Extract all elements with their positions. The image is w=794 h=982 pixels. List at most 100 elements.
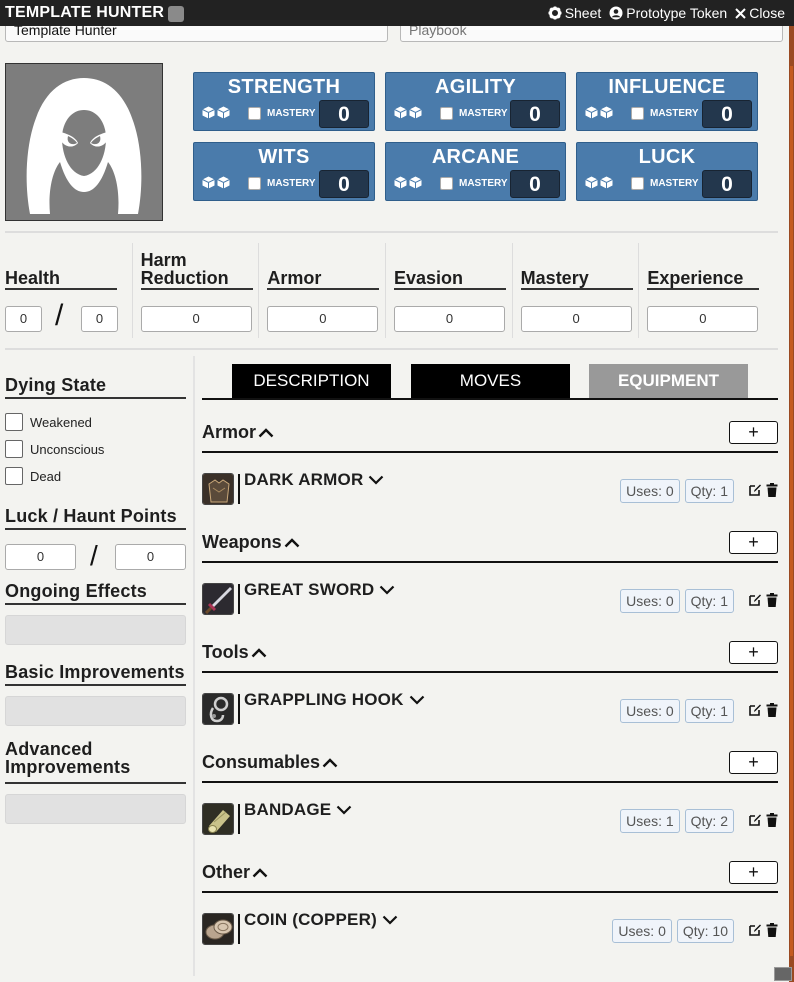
add-item-button[interactable]: + bbox=[729, 531, 778, 554]
dice-icon[interactable] bbox=[585, 176, 613, 189]
add-item-button[interactable]: + bbox=[729, 861, 778, 884]
prototype-token-label: Prototype Token bbox=[626, 5, 728, 21]
separator bbox=[238, 584, 240, 614]
trash-icon[interactable] bbox=[766, 703, 778, 722]
trash-icon[interactable] bbox=[766, 483, 778, 502]
armor-input[interactable]: 0 bbox=[267, 306, 379, 332]
mastery-checkbox[interactable]: MASTERY bbox=[248, 177, 316, 190]
resize-handle-icon[interactable] bbox=[774, 967, 792, 981]
luck-value-input[interactable]: 0 bbox=[5, 544, 76, 570]
item-name[interactable]: DARK ARMOR bbox=[244, 470, 384, 490]
evasion-input[interactable]: 0 bbox=[394, 306, 505, 332]
stat-label[interactable]: STRENGTH bbox=[194, 76, 374, 99]
dice-icon[interactable] bbox=[394, 176, 422, 189]
mastery-checkbox[interactable]: MASTERY bbox=[440, 107, 508, 120]
dice-icon[interactable] bbox=[585, 106, 613, 119]
chevron-down-icon bbox=[382, 910, 398, 930]
scrollbar-thumb[interactable] bbox=[790, 66, 793, 956]
prototype-token-button[interactable]: Prototype Token bbox=[609, 5, 727, 21]
category-header[interactable]: Weapons bbox=[202, 532, 300, 553]
trash-icon[interactable] bbox=[766, 923, 778, 942]
hook-icon[interactable] bbox=[202, 693, 234, 725]
health-max-input[interactable]: 0 bbox=[81, 306, 118, 332]
category-consumables: Consumables + BANDAGE Uses: 1 Qty: 2 bbox=[202, 748, 778, 858]
category-header[interactable]: Tools bbox=[202, 642, 267, 663]
harm-reduction-label: Harm Reduction bbox=[140, 251, 253, 290]
character-portrait[interactable] bbox=[5, 63, 163, 221]
tab-description[interactable]: DESCRIPTION bbox=[232, 364, 391, 398]
edit-icon[interactable] bbox=[748, 923, 762, 942]
bandage-icon[interactable] bbox=[202, 803, 234, 835]
mastery-checkbox[interactable]: MASTERY bbox=[248, 107, 316, 120]
uses-badge[interactable]: Uses: 1 bbox=[620, 809, 680, 833]
ongoing-effects-field[interactable] bbox=[5, 615, 186, 645]
coin-icon[interactable] bbox=[202, 913, 234, 945]
item-name[interactable]: COIN (COPPER) bbox=[244, 910, 398, 930]
sheet-config-button[interactable]: Sheet bbox=[548, 5, 601, 21]
mastery-input[interactable]: 0 bbox=[520, 306, 632, 332]
quantity-badge[interactable]: Qty: 1 bbox=[684, 699, 734, 723]
edit-icon[interactable] bbox=[748, 703, 762, 722]
tab-moves[interactable]: MOVES bbox=[411, 364, 570, 398]
mastery-checkbox[interactable]: MASTERY bbox=[631, 177, 699, 190]
item-name[interactable]: GRAPPLING HOOK bbox=[244, 690, 425, 710]
add-item-button[interactable]: + bbox=[729, 641, 778, 664]
armor-icon[interactable] bbox=[202, 473, 234, 505]
category-header[interactable]: Other bbox=[202, 862, 268, 883]
quantity-badge[interactable]: Qty: 1 bbox=[684, 479, 734, 503]
playbook-input[interactable] bbox=[400, 26, 783, 42]
advanced-improvements-field[interactable] bbox=[5, 794, 186, 824]
edit-icon[interactable] bbox=[748, 813, 762, 832]
stat-label[interactable]: WITS bbox=[194, 146, 374, 169]
trash-icon[interactable] bbox=[766, 813, 778, 832]
health-value-input[interactable]: 0 bbox=[5, 306, 42, 332]
stat-label[interactable]: AGILITY bbox=[386, 76, 565, 99]
armor-attribute: Armor 0 bbox=[258, 243, 385, 338]
stat-value[interactable]: 0 bbox=[510, 170, 560, 198]
stat-label[interactable]: INFLUENCE bbox=[577, 76, 757, 99]
stat-label[interactable]: ARCANE bbox=[386, 146, 565, 169]
stat-value[interactable]: 0 bbox=[319, 170, 369, 198]
dice-icon[interactable] bbox=[394, 106, 422, 119]
uses-badge[interactable]: Uses: 0 bbox=[620, 699, 680, 723]
edit-icon[interactable] bbox=[748, 593, 762, 612]
weakened-checkbox[interactable]: Weakened bbox=[5, 413, 186, 431]
item-name[interactable]: BANDAGE bbox=[244, 800, 352, 820]
edit-icon[interactable] bbox=[748, 483, 762, 502]
mastery-checkbox[interactable]: MASTERY bbox=[631, 107, 699, 120]
category-header[interactable]: Armor bbox=[202, 422, 274, 443]
health-label: Health bbox=[5, 269, 117, 290]
separator bbox=[238, 694, 240, 724]
scrollbar[interactable] bbox=[789, 26, 794, 982]
add-item-button[interactable]: + bbox=[729, 751, 778, 774]
add-item-button[interactable]: + bbox=[729, 421, 778, 444]
character-name-input[interactable] bbox=[5, 26, 388, 42]
category-header[interactable]: Consumables bbox=[202, 752, 338, 773]
unconscious-checkbox[interactable]: Unconscious bbox=[5, 440, 186, 458]
sword-icon[interactable] bbox=[202, 583, 234, 615]
uses-badge[interactable]: Uses: 0 bbox=[612, 919, 672, 943]
luck-max-input[interactable]: 0 bbox=[115, 544, 186, 570]
experience-input[interactable]: 0 bbox=[647, 306, 759, 332]
quantity-badge[interactable]: Qty: 2 bbox=[684, 809, 734, 833]
dead-checkbox[interactable]: Dead bbox=[5, 467, 186, 485]
dice-icon[interactable] bbox=[202, 176, 230, 189]
stat-value[interactable]: 0 bbox=[510, 100, 560, 128]
uses-badge[interactable]: Uses: 0 bbox=[620, 479, 680, 503]
stat-arcane: ARCANE MASTERY 0 bbox=[385, 142, 566, 201]
tab-equipment[interactable]: EQUIPMENT bbox=[589, 364, 748, 398]
basic-improvements-field[interactable] bbox=[5, 696, 186, 726]
item-name[interactable]: GREAT SWORD bbox=[244, 580, 395, 600]
dice-icon[interactable] bbox=[202, 106, 230, 119]
stat-value[interactable]: 0 bbox=[319, 100, 369, 128]
stat-value[interactable]: 0 bbox=[702, 170, 752, 198]
close-button[interactable]: Close bbox=[735, 5, 785, 21]
uses-badge[interactable]: Uses: 0 bbox=[620, 589, 680, 613]
quantity-badge[interactable]: Qty: 10 bbox=[676, 919, 734, 943]
quantity-badge[interactable]: Qty: 1 bbox=[684, 589, 734, 613]
stat-label[interactable]: LUCK bbox=[577, 146, 757, 169]
harm-reduction-input[interactable]: 0 bbox=[140, 306, 252, 332]
stat-value[interactable]: 0 bbox=[702, 100, 752, 128]
mastery-checkbox[interactable]: MASTERY bbox=[440, 177, 508, 190]
trash-icon[interactable] bbox=[766, 593, 778, 612]
